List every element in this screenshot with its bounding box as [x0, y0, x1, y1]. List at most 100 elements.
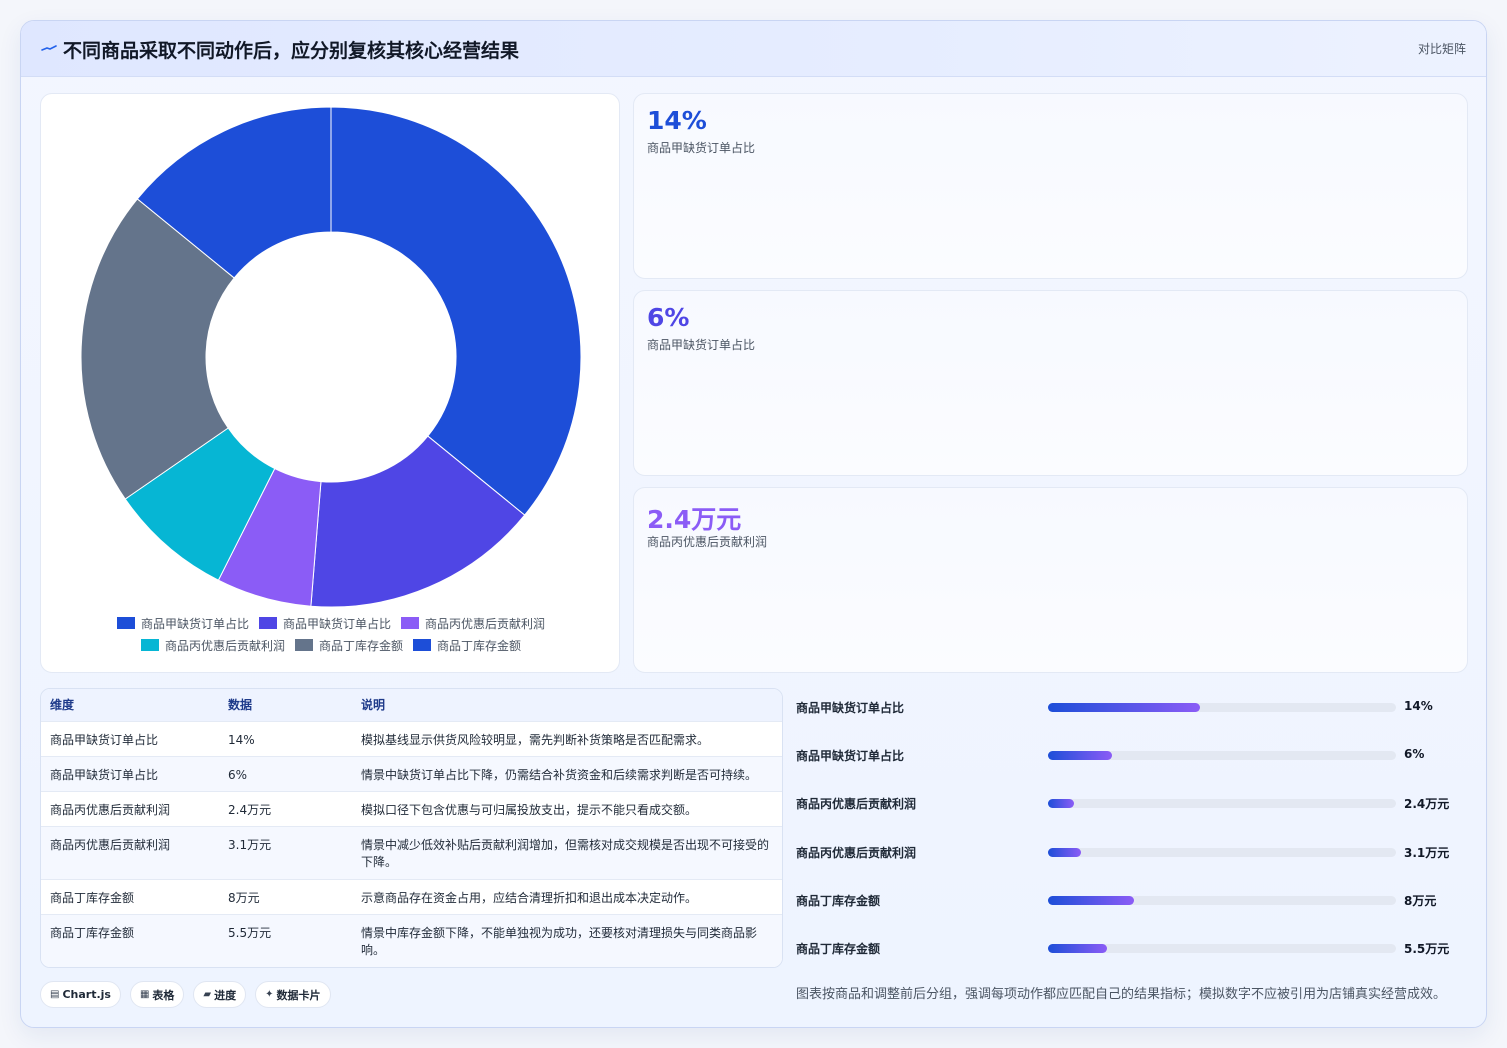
progress-value: 5.5万元: [1404, 942, 1450, 956]
table-row: 商品丁库存金额 8万元 示意商品存在资金占用，应结合清理折扣和退出成本决定动作。: [41, 880, 782, 915]
progress-label: 商品丁库存金额: [796, 942, 881, 956]
donut-chart: [80, 106, 582, 608]
chip-label: 数据卡片: [276, 988, 321, 1002]
kpi-card-1: 14% 商品甲缺货订单占比: [633, 93, 1468, 279]
table-cell: 商品丁库存金额: [50, 891, 135, 905]
table-header-cell: 维度: [50, 698, 75, 712]
feature-chip[interactable]: ✦ 数据卡片: [255, 981, 331, 1008]
kpi-value: 2.4万元: [647, 505, 742, 534]
progress-label: 商品丙优惠后贡献利润: [796, 845, 917, 860]
header-bar: 不同商品采取不同动作后，应分别复核其核心经营结果 对比矩阵: [21, 21, 1486, 77]
data-table: 维度 数据 说明 商品甲缺货订单占比 14% 模拟基线显示供货风险较明显，需先判…: [40, 688, 783, 968]
table-row: 商品丙优惠后贡献利润 3.1万元 情景中减少低效补贴后贡献利润增加，但需核对成交…: [41, 827, 782, 880]
progress-fill: [1048, 751, 1113, 761]
progress-row: 商品甲缺货订单占比 6%: [796, 741, 1468, 769]
progress-row: 商品丙优惠后贡献利润 2.4万元: [796, 789, 1468, 817]
progress-row: 商品丁库存金额 5.5万元: [796, 934, 1468, 962]
table-cell: 5.5万元: [228, 926, 272, 940]
kpi-value: 6%: [647, 303, 690, 332]
progress-fill: [1048, 944, 1108, 953]
table-cell: 情景中缺货订单占比下降，仍需结合补货资金和后续需求判断是否可持续。: [361, 768, 758, 782]
feature-chips: ▤ Chart.js ▦ 表格 ▰ 进度 ✦ 数据卡片: [40, 981, 331, 1008]
legend-item[interactable]: 商品丁库存金额: [294, 637, 403, 654]
progress-value: 8万元: [1404, 893, 1437, 908]
chart-icon: ▤: [50, 989, 60, 1000]
legend-item[interactable]: 商品甲缺货订单占比: [258, 615, 391, 632]
table-cell: 示意商品存在资金占用，应结合清理折扣和退出成本决定动作。: [361, 891, 698, 905]
legend-row: 商品甲缺货订单占比 商品甲缺货订单占比 商品丙优惠后贡献利润: [41, 612, 621, 634]
progress-value: 2.4万元: [1404, 797, 1450, 812]
table-row: 商品甲缺货订单占比 6% 情景中缺货订单占比下降，仍需结合补货资金和后续需求判断…: [41, 757, 782, 792]
table-cell: 6%: [228, 768, 248, 782]
feature-chip[interactable]: ▤ Chart.js: [40, 981, 121, 1008]
legend-label: 商品丁库存金额: [318, 638, 403, 653]
table-cell: 情景中库存金额下降，不能单独视为成功，还要核对清理损失与同类商品影响。: [361, 926, 758, 957]
donut-slice[interactable]: [330, 106, 582, 516]
table-cell: 商品丁库存金额: [50, 926, 135, 940]
table-row: 商品丁库存金额 5.5万元 情景中库存金额下降，不能单独视为成功，还要核对清理损…: [41, 915, 782, 967]
progress-track: [1048, 703, 1396, 712]
progress-track: [1048, 751, 1396, 761]
legend-item[interactable]: 商品甲缺货订单占比: [116, 615, 249, 632]
table-header-row: 维度 数据 说明: [41, 689, 782, 722]
table-row: 商品丙优惠后贡献利润 2.4万元 模拟口径下包含优惠与可归属投放支出，提示不能只…: [41, 792, 782, 827]
progress-label: 商品甲缺货订单占比: [796, 701, 905, 715]
table-cell: 情景中减少低效补贴后贡献利润增加，但需核对成交规模是否出现不可接受的下降。: [361, 838, 770, 869]
progress-track: [1048, 799, 1396, 809]
feature-chip[interactable]: ▰ 进度: [193, 981, 247, 1008]
legend-swatch: [140, 639, 159, 651]
table-cell: 2.4万元: [228, 803, 272, 817]
chip-label: Chart.js: [62, 988, 111, 1001]
legend-item[interactable]: 商品丙优惠后贡献利润: [401, 615, 545, 632]
legend-item[interactable]: 商品丙优惠后贡献利润: [140, 637, 285, 654]
feature-chip[interactable]: ▦ 表格: [129, 981, 185, 1008]
kpi-label: 商品丙优惠后贡献利润: [647, 535, 768, 549]
progress-track: [1048, 895, 1396, 905]
kpi-card-2: 6% 商品甲缺货订单占比: [633, 290, 1468, 476]
chip-label: 表格: [152, 988, 175, 1002]
legend-item[interactable]: 商品丁库存金额: [413, 637, 521, 654]
kpi-label: 商品甲缺货订单占比: [647, 141, 756, 155]
progress-fill: [1048, 847, 1082, 857]
legend-label: 商品甲缺货订单占比: [282, 616, 391, 631]
legend-row: 商品丙优惠后贡献利润 商品丁库存金额 商品丁库存金额: [41, 634, 621, 656]
chart-legend: 商品甲缺货订单占比 商品甲缺货订单占比 商品丙优惠后贡献利润 商品丙优惠后贡献利润商…: [41, 612, 621, 656]
kpi-value: 14%: [647, 106, 707, 135]
progress-label: 商品丁库存金额: [796, 893, 881, 908]
page-title: 不同商品采取不同动作后，应分别复核其核心经营结果: [63, 40, 520, 62]
legend-label: 商品丙优惠后贡献利润: [164, 638, 285, 653]
legend-swatch: [294, 639, 313, 651]
chip-label: 进度: [214, 988, 237, 1002]
progress-icon: ▰: [203, 989, 212, 1000]
progress-row: 商品丁库存金额 8万元: [796, 886, 1468, 914]
table-cell: 商品丙优惠后贡献利润: [50, 803, 171, 817]
table-cell: 模拟口径下包含优惠与可归属投放支出，提示不能只看成交额。: [361, 803, 698, 817]
legend-swatch: [413, 639, 431, 651]
progress-value: 14%: [1404, 699, 1433, 713]
legend-swatch: [116, 617, 135, 629]
pulse-icon: [41, 45, 57, 51]
table-header-cell: 说明: [361, 698, 386, 712]
donut-chart-card: 商品甲缺货订单占比 商品甲缺货订单占比 商品丙优惠后贡献利润 商品丙优惠后贡献利润商…: [40, 93, 620, 673]
table-cell: 商品甲缺货订单占比: [50, 768, 159, 782]
legend-swatch: [258, 617, 277, 629]
progress-fill: [1048, 703, 1200, 712]
kpi-card-3: 2.4万元 商品丙优惠后贡献利润: [633, 487, 1468, 673]
progress-row: 商品甲缺货订单占比 14%: [796, 693, 1468, 721]
table-cell: 8万元: [228, 891, 260, 905]
sparkle-icon: ✦: [265, 989, 274, 1000]
table-cell: 模拟基线显示供货风险较明显，需先判断补货策略是否匹配需求。: [361, 733, 710, 747]
table-icon: ▦: [139, 989, 150, 1000]
legend-label: 商品丙优惠后贡献利润: [425, 616, 546, 631]
table-header-cell: 数据: [228, 698, 253, 712]
table-row: 商品甲缺货订单占比 14% 模拟基线显示供货风险较明显，需先判断补货策略是否匹配…: [41, 722, 782, 757]
progress-label: 商品甲缺货订单占比: [796, 749, 905, 764]
progress-fill: [1048, 895, 1134, 905]
progress-value: 6%: [1404, 747, 1425, 762]
legend-label: 商品丁库存金额: [437, 638, 522, 653]
table-cell: 3.1万元: [228, 838, 272, 852]
progress-fill: [1048, 799, 1075, 809]
chart-footnote: 图表按商品和调整前后分组，强调每项动作都应匹配自己的结果指标；模拟数字不应被引用…: [796, 987, 1447, 1002]
progress-track: [1048, 944, 1396, 953]
progress-row: 商品丙优惠后贡献利润 3.1万元: [796, 838, 1468, 866]
